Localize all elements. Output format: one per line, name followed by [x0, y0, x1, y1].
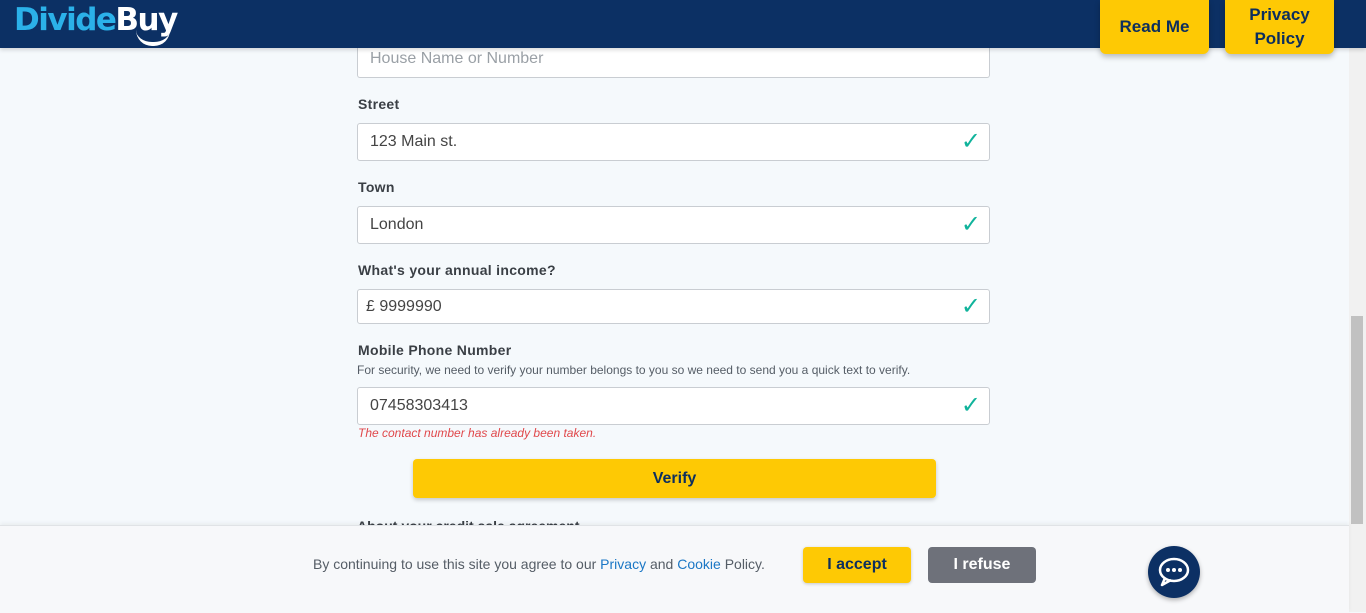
scrollbar-thumb[interactable] — [1351, 316, 1363, 524]
street-value: 123 Main st. — [370, 133, 458, 150]
verify-button[interactable]: Verify — [413, 459, 936, 498]
chat-bubble-icon — [1158, 557, 1190, 587]
income-valid-check-icon: ✓ — [960, 293, 981, 320]
accept-cookies-button[interactable]: I accept — [803, 547, 911, 583]
phone-helper-text: For security, we need to verify your num… — [357, 363, 911, 377]
read-me-button[interactable]: Read Me — [1100, 0, 1209, 54]
dividebuy-logo[interactable]: DivideBuy — [14, 0, 178, 46]
privacy-link[interactable]: Privacy — [600, 556, 646, 572]
cookie-text-before: By continuing to use this site you agree… — [313, 556, 601, 572]
cookie-text-after: Policy. — [720, 556, 765, 572]
phone-valid-check-icon: ✓ — [960, 392, 981, 419]
cookie-link[interactable]: Cookie — [677, 556, 721, 572]
town-label: Town — [358, 179, 395, 195]
phone-value: 07458303413 — [370, 397, 468, 414]
town-value: London — [370, 216, 424, 233]
privacy-policy-button[interactable]: Privacy Policy — [1225, 0, 1334, 54]
logo-swoosh — [136, 30, 170, 46]
cookie-message: By continuing to use this site you agree… — [313, 556, 765, 572]
income-input[interactable]: £ 9999990 ✓ — [357, 289, 990, 324]
cookie-banner: By continuing to use this site you agree… — [0, 525, 1349, 613]
income-value: 9999990 — [379, 298, 442, 315]
currency-symbol: £ — [366, 298, 375, 315]
phone-input[interactable]: 07458303413 ✓ — [357, 387, 990, 425]
checkout-form: House Name or Number Street 123 Main st.… — [0, 0, 1349, 612]
refuse-cookies-button[interactable]: I refuse — [928, 547, 1036, 583]
read-me-label: Read Me — [1119, 17, 1190, 36]
chat-button[interactable] — [1148, 546, 1200, 598]
phone-label: Mobile Phone Number — [358, 342, 512, 358]
phone-error-message: The contact number has already been take… — [358, 426, 597, 440]
town-input[interactable]: London ✓ — [357, 206, 990, 244]
cookie-text-and: and — [646, 556, 678, 572]
income-label: What's your annual income? — [358, 262, 556, 278]
logo-text-divide: Divide — [14, 2, 117, 38]
street-label: Street — [358, 96, 400, 112]
street-input[interactable]: 123 Main st. ✓ — [357, 123, 990, 161]
page-scrollbar[interactable] — [1349, 48, 1366, 612]
street-valid-check-icon: ✓ — [960, 128, 981, 155]
town-valid-check-icon: ✓ — [960, 211, 981, 238]
privacy-policy-label: Privacy Policy — [1249, 5, 1310, 48]
